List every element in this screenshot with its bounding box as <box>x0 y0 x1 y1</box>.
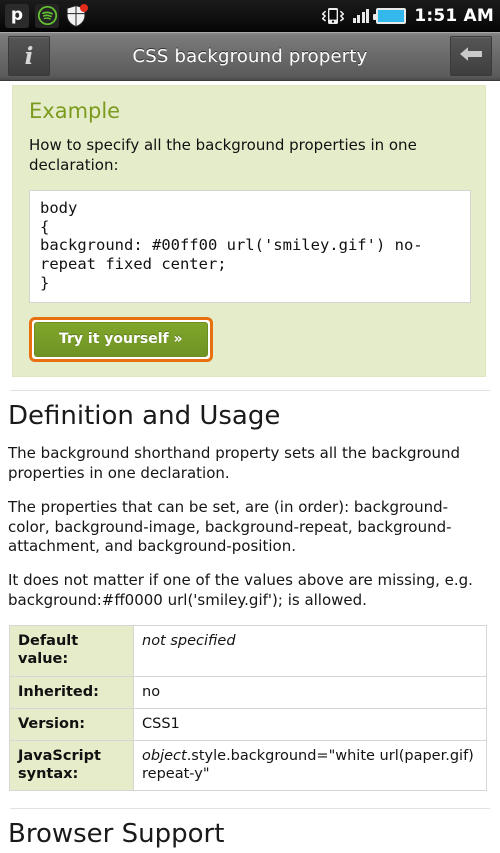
table-row: Inherited: no <box>9 675 487 709</box>
example-heading: Example <box>29 99 121 123</box>
shield-alert-dot <box>80 3 88 12</box>
android-status-bar: p 1:51 AM <box>0 0 500 32</box>
table-cell-value: object.style.background="white url(paper… <box>133 739 487 792</box>
table-cell-value: no <box>133 675 487 709</box>
definition-heading: Definition and Usage <box>8 401 281 432</box>
table-cell-key: JavaScript syntax: <box>9 739 134 792</box>
page-content: Example How to specify all the backgroun… <box>0 82 500 853</box>
table-cell-key: Inherited: <box>9 675 134 709</box>
table-row: Default value: not specified <box>9 625 487 677</box>
table-row: Version: CSS1 <box>9 707 487 741</box>
signal-bar-3 <box>361 11 365 23</box>
signal-bar-2 <box>357 14 361 23</box>
signal-bar-4 <box>366 8 370 23</box>
status-bar-clock: 1:51 AM <box>414 5 494 26</box>
example-panel: Example How to specify all the backgroun… <box>12 85 486 378</box>
phone-screen: p 1:51 AM i CSS background property Exam… <box>0 0 500 853</box>
table-cell-key: Default value: <box>9 625 134 677</box>
vibrate-icon <box>318 6 348 26</box>
section-divider-1 <box>10 390 490 392</box>
table-cell-value: CSS1 <box>133 707 487 741</box>
try-it-yourself-button[interactable]: Try it yourself » <box>34 322 208 358</box>
status-bar-system-icons: 1:51 AM <box>318 6 494 26</box>
page-title: CSS background property <box>132 45 368 67</box>
spotify-app-icon <box>34 3 60 29</box>
browser-support-heading: Browser Support <box>8 819 225 850</box>
info-icon: i <box>24 42 34 70</box>
table-row: JavaScript syntax: object.style.backgrou… <box>9 739 487 792</box>
pushbullet-app-icon: p <box>4 3 30 29</box>
signal-strength-icon <box>352 8 370 23</box>
definition-paragraph-2: The properties that can be set, are (in … <box>8 497 452 556</box>
js-syntax-rest: .style.background="white url(paper.gif) … <box>142 747 474 782</box>
js-object-keyword: object <box>142 747 187 764</box>
back-arrow-icon <box>459 45 483 67</box>
example-code-block: body { background: #00ff00 url('smiley.g… <box>29 189 471 304</box>
info-button[interactable]: i <box>8 36 50 76</box>
shield-notification-icon <box>64 3 90 29</box>
example-description: How to specify all the background proper… <box>29 136 417 175</box>
shield-icon <box>65 3 89 28</box>
definition-paragraph-1: The background shorthand property sets a… <box>8 443 461 482</box>
property-table: Default value: not specified Inherited: … <box>9 625 487 792</box>
app-title-bar: i CSS background property <box>0 32 500 81</box>
table-cell-value: not specified <box>133 625 487 677</box>
battery-icon <box>373 7 407 24</box>
definition-paragraph-3: It does not matter if one of the values … <box>8 571 473 610</box>
back-button[interactable] <box>450 36 492 76</box>
try-it-yourself-focus-ring: Try it yourself » <box>29 317 213 363</box>
signal-bar-1 <box>352 17 356 23</box>
table-cell-key: Version: <box>9 707 134 741</box>
pushbullet-app-icon-glyph: p <box>5 3 29 28</box>
section-divider-2 <box>10 808 490 810</box>
status-bar-notification-icons: p <box>4 3 90 29</box>
spotify-app-icon-badge <box>35 3 59 28</box>
